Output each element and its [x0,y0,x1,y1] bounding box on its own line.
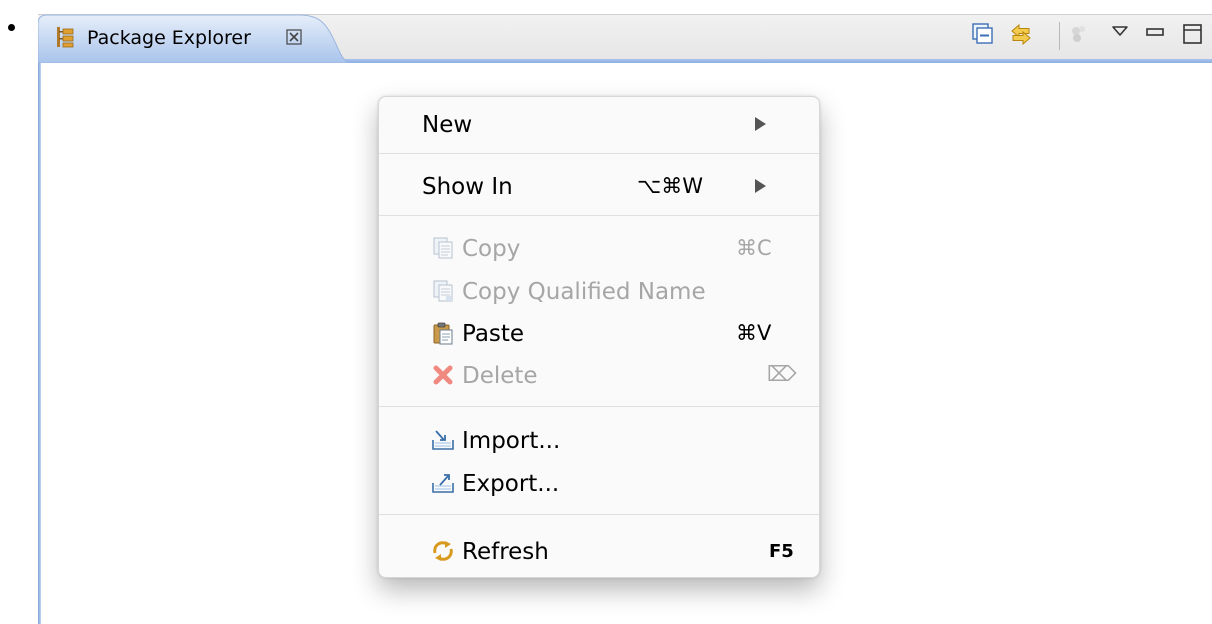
menu-item-label: Delete [462,363,538,389]
menu-separator [379,406,819,407]
menu-item-copy[interactable]: Copy ⌘C [379,228,819,266]
menu-item-delete[interactable]: Delete ⌦ [379,355,819,393]
menu-item-label: Show In [422,174,513,200]
paste-icon [433,322,453,345]
package-explorer-icon [57,27,74,48]
menu-item-new[interactable]: New [379,104,819,142]
menu-item-shortcut: ⌘C [736,236,772,260]
maximize-icon[interactable] [1182,22,1204,46]
bullet-marker [8,24,15,31]
submenu-arrow-icon [755,179,766,193]
menu-item-refresh[interactable]: Refresh F5 [379,531,819,569]
menu-item-label: Copy Qualified Name [462,279,706,305]
copy-icon [433,237,453,259]
menu-item-shortcut: ⌘V [736,321,772,345]
menu-item-label: Paste [462,321,525,347]
menu-item-label: New [422,112,473,138]
menu-separator [379,153,819,154]
menu-item-show-in[interactable]: Show In ⌥⌘W [379,166,819,204]
menu-item-shortcut: ⌦ [767,362,797,386]
menu-item-label: Copy [462,236,521,262]
close-icon[interactable] [285,28,303,46]
menu-separator [379,514,819,515]
delete-icon [433,365,453,385]
view-left-border [38,63,41,624]
menu-separator [379,215,819,216]
minimize-icon[interactable] [1145,22,1165,46]
menu-item-copy-qualified-name[interactable]: Copy Qualified Name [379,271,819,309]
menu-item-shortcut: F5 [769,541,794,562]
filter-icon[interactable] [1068,22,1094,46]
copy-qualified-name-icon [433,280,453,302]
link-with-editor-icon[interactable] [1008,22,1034,46]
collapse-all-icon[interactable] [970,22,996,46]
toolbar-separator [1059,22,1060,50]
menu-item-export[interactable]: Export... [379,463,819,501]
import-icon [432,430,454,450]
refresh-icon [433,541,453,561]
context-menu: New Show In ⌥⌘W Copy ⌘C Copy Qualified N… [378,96,820,578]
menu-item-label: Import... [462,428,561,454]
tab-title: Package Explorer [87,27,251,49]
menu-item-label: Export... [462,471,560,497]
menu-item-import[interactable]: Import... [379,420,819,458]
menu-item-label: Refresh [462,539,549,565]
submenu-arrow-icon [755,117,766,131]
menu-item-paste[interactable]: Paste ⌘V [379,313,819,351]
tab-package-explorer[interactable]: Package Explorer [38,14,348,63]
menu-item-shortcut: ⌥⌘W [637,174,703,198]
view-menu-icon[interactable] [1110,22,1130,46]
export-icon [432,474,454,493]
